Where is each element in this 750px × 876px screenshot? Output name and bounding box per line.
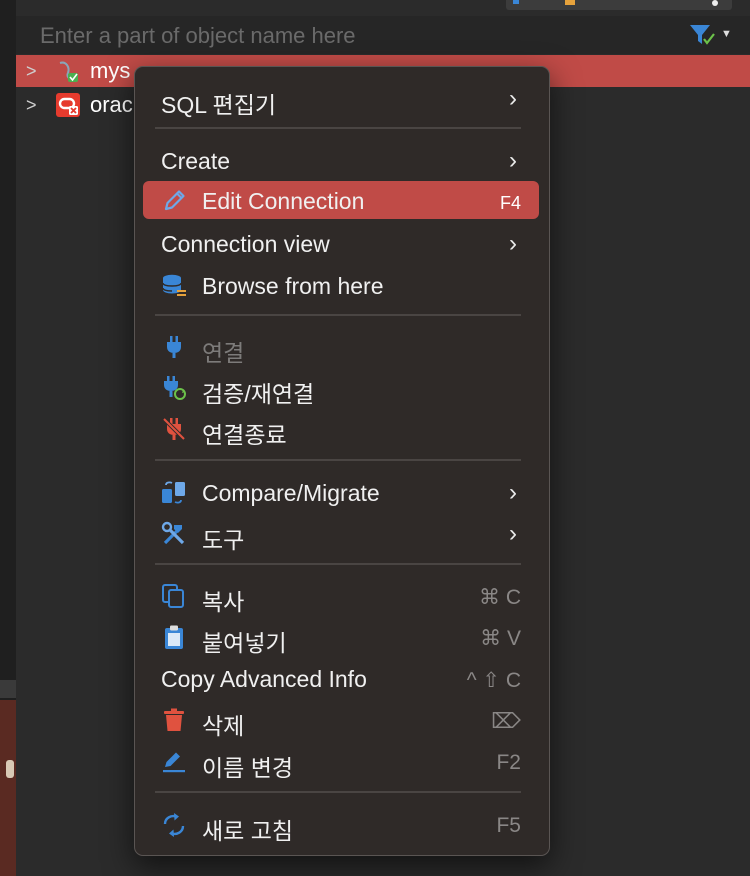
menu-item-create[interactable]: Create › <box>143 141 539 179</box>
menu-item-label: 복사 <box>202 589 245 615</box>
menu-item-label: Copy Advanced Info <box>161 666 367 692</box>
menu-item-disconnect[interactable]: 연결종료 <box>143 409 539 448</box>
menu-item-label: Browse from here <box>202 273 384 299</box>
pencil-icon <box>164 190 185 211</box>
chevron-right-icon[interactable]: > <box>26 95 37 116</box>
toolbar-buttons-strip[interactable] <box>506 0 732 10</box>
menu-item-label: 이름 변경 <box>202 755 294 781</box>
trash-icon <box>164 708 184 731</box>
menu-separator <box>155 314 521 316</box>
object-filter-input[interactable] <box>38 20 662 52</box>
menu-item-label: Create <box>161 148 231 174</box>
mysql-db-icon <box>59 61 78 82</box>
menu-item-label: Connection view <box>161 231 330 257</box>
menu-item-label: 새로 고침 <box>202 818 294 844</box>
filter-icon[interactable] <box>688 22 716 48</box>
context-menu: SQL 편집기 › Create › Edit Connection F4 Co… <box>134 66 550 856</box>
oracle-db-icon <box>56 93 80 117</box>
toolbar-orange-icon[interactable] <box>565 0 575 5</box>
tree-label-oracle: orac <box>90 92 133 117</box>
menu-item-delete[interactable]: 삭제 ⌦ <box>143 700 539 739</box>
refresh-icon <box>163 813 185 837</box>
delete-key-icon: ⌦ <box>491 710 521 733</box>
shortcut-label: ⌘ C <box>479 586 521 609</box>
menu-item-label: Edit Connection <box>202 188 365 214</box>
plug-refresh-icon <box>164 376 186 400</box>
shortcut-label: F4 <box>499 193 521 213</box>
plug-icon <box>167 336 181 358</box>
menu-item-copy-advanced-info[interactable]: Copy Advanced Info ^ ⇧ C <box>143 659 539 697</box>
chevron-right-icon: › <box>509 479 517 506</box>
menu-item-tools[interactable]: 도구 › <box>143 514 539 553</box>
menu-item-compare-migrate[interactable]: Compare/Migrate › <box>143 473 539 511</box>
menu-separator <box>155 563 521 565</box>
filter-dropdown-icon[interactable]: ▼ <box>721 28 732 40</box>
menu-item-label: 검증/재연결 <box>202 381 315 407</box>
menu-separator <box>155 791 521 793</box>
chevron-right-icon[interactable]: > <box>26 61 37 82</box>
menu-item-edit-connection[interactable]: Edit Connection F4 <box>143 181 539 219</box>
toolbar-dot-icon[interactable] <box>712 0 718 6</box>
tree-label-mysql: mys <box>90 58 131 83</box>
rename-icon <box>163 752 185 773</box>
menu-item-paste[interactable]: 붙여넣기 ⌘ V <box>143 617 539 656</box>
menu-item-rename[interactable]: 이름 변경 F2 <box>143 742 539 781</box>
left-panel-accent <box>0 700 16 876</box>
filter-bar: ▼ <box>16 16 750 54</box>
shortcut-label: ^ ⇧ C <box>466 669 521 692</box>
chevron-right-icon: › <box>509 520 517 547</box>
menu-item-label: 도구 <box>202 527 245 553</box>
menu-item-copy[interactable]: 복사 ⌘ C <box>143 576 539 615</box>
menu-item-refresh[interactable]: 새로 고침 F5 <box>143 805 539 844</box>
chevron-right-icon: › <box>509 230 517 257</box>
toolbar-blue-icon[interactable] <box>513 0 519 4</box>
chevron-right-icon: › <box>509 85 517 112</box>
menu-item-browse-from-here[interactable]: Browse from here <box>143 266 539 304</box>
menu-item-label: 붙여넣기 <box>202 630 287 656</box>
paste-icon <box>165 625 183 649</box>
plug-disconnect-icon <box>162 417 186 441</box>
shortcut-label: F2 <box>496 751 521 774</box>
menu-item-validate-reconnect[interactable]: 검증/재연결 <box>143 368 539 407</box>
menu-item-label: 연결종료 <box>202 422 287 448</box>
shortcut-label: F5 <box>496 814 521 837</box>
left-panel-marker <box>6 760 14 778</box>
menu-item-sql-editor[interactable]: SQL 편집기 › <box>143 79 539 118</box>
menu-item-label: Compare/Migrate <box>202 480 380 506</box>
tools-icon <box>161 521 185 545</box>
menu-separator <box>155 127 521 129</box>
chevron-right-icon: › <box>509 147 517 174</box>
menu-item-connect[interactable]: 연결 <box>143 327 539 366</box>
compare-icon <box>162 481 185 504</box>
menu-item-label: SQL 편집기 <box>161 92 277 118</box>
shortcut-label: ⌘ V <box>480 627 521 650</box>
menu-item-connection-view[interactable]: Connection view › <box>143 224 539 262</box>
menu-separator <box>155 459 521 461</box>
menu-item-label: 연결 <box>202 340 245 366</box>
left-panel-separator <box>0 680 16 698</box>
menu-item-label: 삭제 <box>202 713 245 739</box>
copy-icon <box>162 584 184 608</box>
database-icon <box>162 274 186 296</box>
